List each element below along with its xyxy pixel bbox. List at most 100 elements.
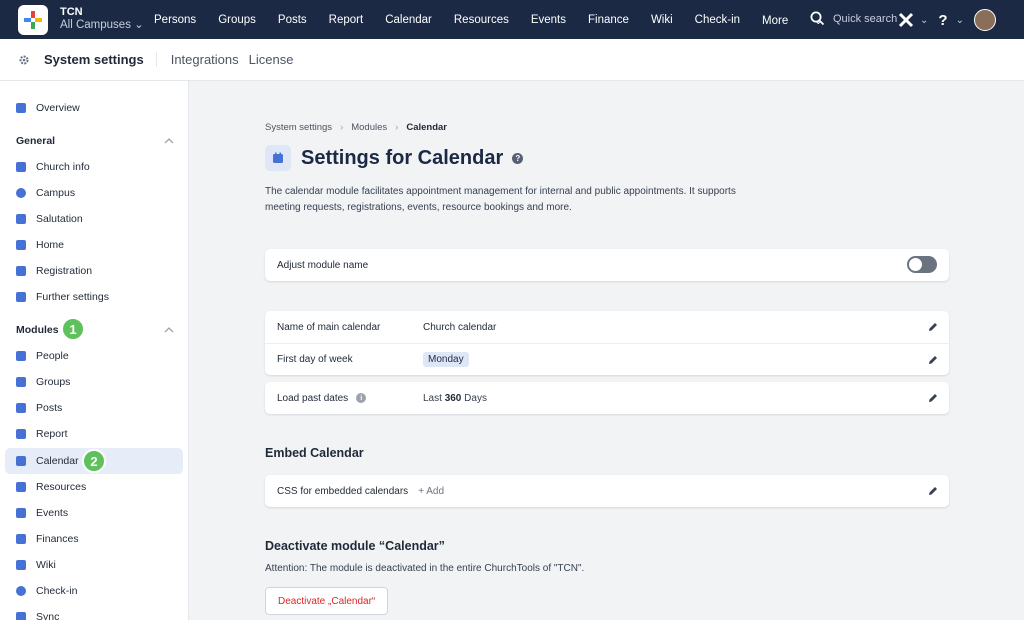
chevron-up-icon[interactable] <box>164 325 174 335</box>
avatar[interactable] <box>973 9 996 31</box>
salutation-icon <box>16 214 26 224</box>
groups-icon <box>16 377 26 387</box>
quick-search[interactable]: Quick search <box>810 11 897 26</box>
sidebar-item-resources[interactable]: Resources <box>5 474 183 500</box>
main-content: System settings › Modules › Calendar Set… <box>190 81 1024 620</box>
nav-resources[interactable]: Resources <box>454 14 509 26</box>
deactivate-heading: Deactivate module “Calendar” <box>265 539 445 553</box>
sidebar-item-events[interactable]: Events <box>5 500 183 526</box>
nav-posts[interactable]: Posts <box>278 14 307 26</box>
subnav-integrations[interactable]: Integrations <box>171 52 239 67</box>
embed-heading: Embed Calendar <box>265 446 364 460</box>
search-placeholder: Quick search <box>833 12 898 25</box>
nav-wiki[interactable]: Wiki <box>651 14 673 26</box>
sidebar-item-home[interactable]: Home <box>5 232 183 258</box>
breadcrumb: System settings › Modules › Calendar <box>265 122 447 133</box>
step-badge-2: 2 <box>82 449 106 473</box>
chevron-up-icon[interactable] <box>164 136 174 146</box>
sidebar-item-report[interactable]: Report <box>5 421 183 447</box>
calendar-settings-card: Name of main calendar Church calendar Fi… <box>265 311 949 375</box>
subnav-license[interactable]: License <box>249 52 294 67</box>
main-nav: Persons Groups Posts Report Calendar Res… <box>154 0 823 39</box>
person-icon <box>16 351 26 361</box>
main-calendar-label: Name of main calendar <box>277 321 381 333</box>
info-icon[interactable]: i <box>356 393 367 403</box>
sidebar-item-finances[interactable]: Finances <box>5 526 183 552</box>
adjust-name-row: Adjust module name <box>265 249 949 281</box>
nav-groups[interactable]: Groups <box>218 14 256 26</box>
main-calendar-value: Church calendar <box>423 321 497 333</box>
book-icon <box>16 560 26 570</box>
sidebar-item-groups[interactable]: Groups <box>5 369 183 395</box>
sidebar-item-sync[interactable]: Sync <box>5 604 183 620</box>
help-circle-icon[interactable]: ? <box>512 152 524 164</box>
subnav-system-settings[interactable]: System settings <box>44 52 157 67</box>
main-calendar-row: Name of main calendar Church calendar <box>265 311 949 343</box>
sidebar-item-salutation[interactable]: Salutation <box>5 206 183 232</box>
organization-switcher[interactable]: TCN All Campuses ⌄ <box>60 6 144 32</box>
embed-css-row: CSS for embedded calendars + Add <box>265 475 949 507</box>
nav-events[interactable]: Events <box>531 14 566 26</box>
past-dates-label: Load past dates <box>277 392 349 404</box>
sidebar-item-registration[interactable]: Registration <box>5 258 183 284</box>
first-day-row: First day of week Monday <box>265 343 949 375</box>
topbar-actions: ⌄ ? ⌄ <box>898 9 996 31</box>
chevron-down-icon[interactable]: ⌄ <box>956 15 964 26</box>
nav-report[interactable]: Report <box>329 14 364 26</box>
organization-name: TCN <box>60 6 83 18</box>
breadcrumb-calendar: Calendar <box>406 122 447 133</box>
search-icon <box>810 11 825 26</box>
first-day-value: Monday <box>423 352 469 367</box>
report-icon <box>16 429 26 439</box>
pencil-icon[interactable] <box>927 485 939 497</box>
settings-subnav: System settings Integrations License <box>0 39 1024 81</box>
top-navigation-bar: TCN All Campuses ⌄ Persons Groups Posts … <box>0 0 1024 39</box>
deactivate-warning: Attention: The module is deactivated in … <box>265 563 585 574</box>
adjust-name-label: Adjust module name <box>277 259 369 271</box>
adjust-name-toggle[interactable] <box>907 256 937 273</box>
breadcrumb-modules[interactable]: Modules <box>351 122 387 133</box>
sidebar-item-wiki[interactable]: Wiki <box>5 552 183 578</box>
sidebar-section-modules: Modules <box>16 324 59 336</box>
module-description: The calendar module facilitates appointm… <box>265 186 736 213</box>
chevron-down-icon: ⌄ <box>134 19 144 31</box>
embed-css-label: CSS for embedded calendars <box>277 485 409 497</box>
nav-persons[interactable]: Persons <box>154 14 196 26</box>
add-css-link[interactable]: + Add <box>418 486 444 497</box>
pencil-icon[interactable] <box>927 321 939 333</box>
home-icon <box>16 240 26 250</box>
church-icon <box>16 162 26 172</box>
page-title: Settings for Calendar <box>301 146 504 169</box>
page-header: Settings for Calendar ? <box>265 145 524 171</box>
logo-icon <box>24 11 42 29</box>
posts-icon <box>16 403 26 413</box>
sidebar-item-check-in[interactable]: Check-in <box>5 578 183 604</box>
sidebar-item-church-info[interactable]: Church info <box>5 154 183 180</box>
sidebar-item-overview[interactable]: Overview <box>5 95 183 121</box>
calendar-icon <box>265 145 291 171</box>
sidebar-item-people[interactable]: People <box>5 343 183 369</box>
nav-finance[interactable]: Finance <box>588 14 629 26</box>
nav-check-in[interactable]: Check-in <box>695 14 740 26</box>
laptop-icon <box>16 482 26 492</box>
sidebar-item-further-settings[interactable]: Further settings <box>5 284 183 310</box>
chevron-down-icon[interactable]: ⌄ <box>920 15 928 26</box>
nav-calendar[interactable]: Calendar <box>385 14 432 26</box>
calendar-icon <box>16 456 26 466</box>
deactivate-button[interactable]: Deactivate „Calendar“ <box>265 587 389 615</box>
pencil-icon[interactable] <box>927 354 939 366</box>
help-icon[interactable]: ? <box>938 12 947 29</box>
past-dates-card: Load past dates i Last 360 Days <box>265 382 949 414</box>
sidebar-item-campus[interactable]: Campus <box>5 180 183 206</box>
sidebar-item-posts[interactable]: Posts <box>5 395 183 421</box>
step-badge-1: 1 <box>61 317 85 341</box>
embed-card: CSS for embedded calendars + Add <box>265 475 949 507</box>
churchtools-logo[interactable] <box>18 5 48 35</box>
gears-icon <box>16 292 26 302</box>
apps-icon[interactable] <box>898 12 914 28</box>
finances-icon <box>16 534 26 544</box>
first-day-label: First day of week <box>277 354 353 365</box>
breadcrumb-system-settings[interactable]: System settings <box>265 122 332 133</box>
gear-icon <box>19 55 29 64</box>
pencil-icon[interactable] <box>927 392 939 404</box>
